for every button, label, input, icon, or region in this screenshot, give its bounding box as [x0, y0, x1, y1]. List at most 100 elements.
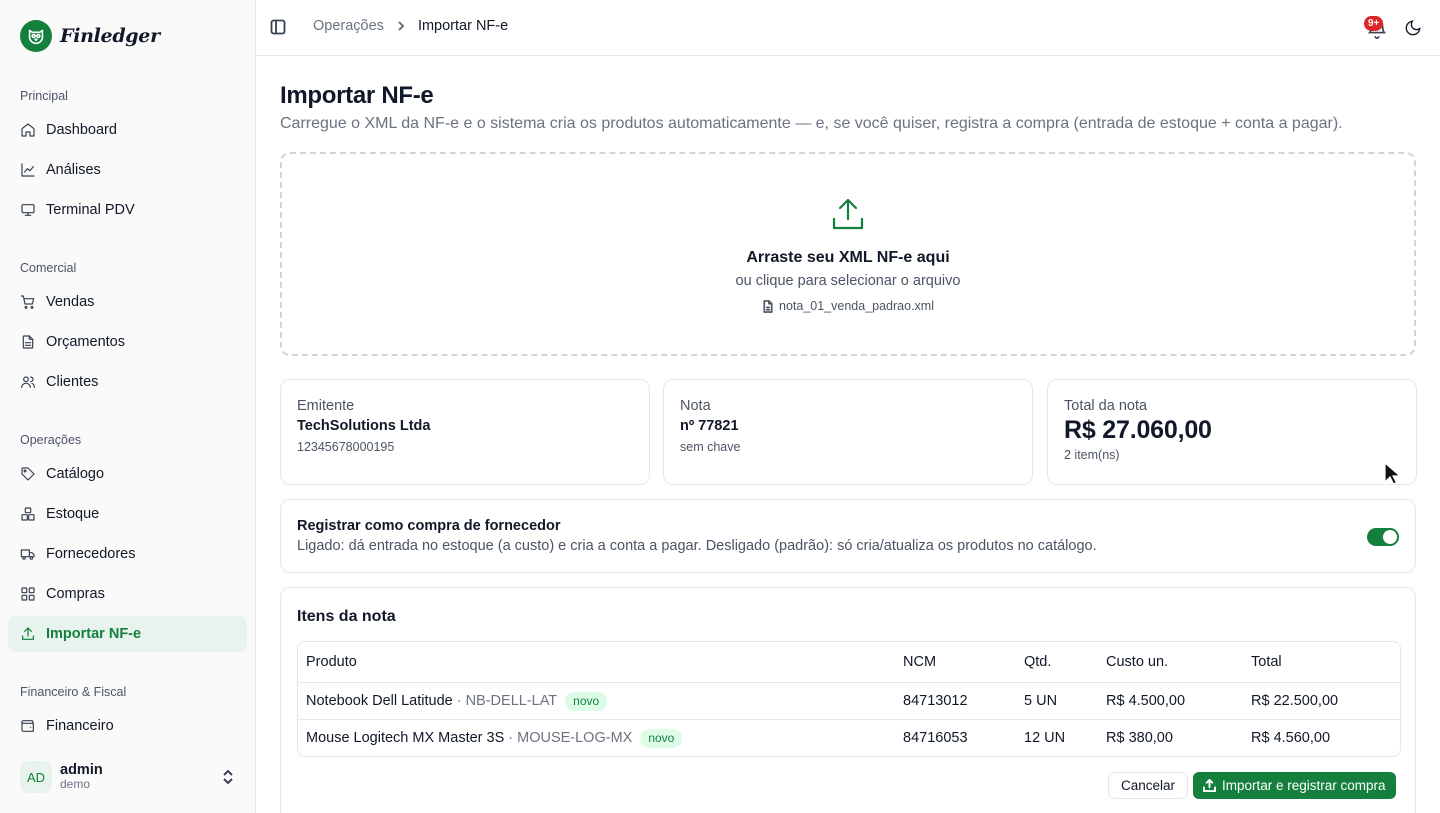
selected-file: nota_01_venda_padrao.xml [282, 299, 1414, 313]
product-cell: Mouse Logitech MX Master 3S · MOUSE-LOG-… [306, 720, 683, 756]
nota-number: nº 77821 [680, 418, 739, 434]
moon-icon[interactable] [1404, 19, 1422, 37]
top-bar: Operações Importar NF-e 9+ [256, 0, 1440, 56]
column-header-ncm: NCM [903, 654, 937, 670]
emitente-name: TechSolutions Ltda [297, 418, 431, 434]
items-table: Produto NCM Qtd. Custo un. Total Noteboo… [297, 641, 1401, 757]
nota-label: Nota [680, 398, 711, 414]
sidebar-item-orcamentos[interactable]: Orçamentos [8, 324, 247, 360]
ncm-cell: 84713012 [903, 693, 968, 709]
brand-logo[interactable]: Finledger [20, 20, 160, 52]
register-purchase-toggle[interactable] [1367, 528, 1399, 546]
unit-cost-cell: R$ 380,00 [1106, 730, 1173, 746]
new-badge: novo [640, 728, 683, 748]
xml-dropzone[interactable]: Arraste seu XML NF-e aqui ou clique para… [280, 152, 1416, 356]
qty-cell: 12 UN [1024, 730, 1066, 746]
import-register-label: Importar e registrar compra [1222, 778, 1386, 793]
table-row: Mouse Logitech MX Master 3S · MOUSE-LOG-… [298, 719, 1400, 756]
product-cell: Notebook Dell Latitude · NB-DELL-LAT nov… [306, 683, 608, 719]
total-cell: R$ 4.560,00 [1251, 730, 1331, 746]
toggle-knob [1383, 530, 1397, 544]
emitente-card: Emitente TechSolutions Ltda 123456780001… [280, 379, 650, 485]
product-name: Notebook Dell Latitude [306, 693, 453, 709]
dropzone-title: Arraste seu XML NF-e aqui [746, 249, 950, 266]
emitente-cnpj: 12345678000195 [297, 440, 395, 454]
total-card: Total da nota R$ 27.060,00 2 item(ns) [1047, 379, 1417, 485]
total-items-count: 2 item(ns) [1064, 448, 1120, 462]
sidebar-item-label: Financeiro [46, 718, 114, 734]
sidebar-item-label: Análises [46, 162, 101, 178]
product-name: Mouse Logitech MX Master 3S [306, 730, 505, 746]
file-icon [763, 299, 773, 313]
cart-icon [20, 294, 36, 310]
sidebar-item-terminal-pdv[interactable]: Terminal PDV [8, 192, 247, 228]
column-header-qtd: Qtd. [1024, 654, 1052, 670]
home-icon [20, 122, 36, 138]
user-role: demo [60, 777, 91, 792]
brand-name: Finledger [60, 25, 160, 47]
sidebar-item-label: Orçamentos [46, 334, 125, 350]
register-title: Registrar como compra de fornecedor [297, 518, 561, 534]
table-header-row: Produto NCM Qtd. Custo un. Total [298, 642, 1400, 682]
upload-icon [1203, 779, 1216, 792]
unit-cost-cell: R$ 4.500,00 [1106, 693, 1186, 709]
sidebar-item-label: Importar NF-e [46, 626, 142, 642]
sidebar-item-vendas[interactable]: Vendas [8, 284, 247, 320]
upload-icon [20, 626, 36, 642]
selected-file-name: nota_01_venda_padrao.xml [779, 299, 934, 313]
product-sku: · NB-DELL-LAT [456, 693, 558, 709]
sidebar-toggle-icon[interactable] [270, 19, 286, 35]
sidebar-item-label: Dashboard [46, 122, 117, 138]
breadcrumb-operacoes[interactable]: Operações [313, 18, 384, 34]
total-value: R$ 27.060,00 [1064, 416, 1212, 444]
user-menu[interactable]: AD admin demo [8, 752, 247, 802]
sidebar-item-importar-nfe[interactable]: Importar NF-e [8, 616, 247, 652]
sidebar-item-analises[interactable]: Análises [8, 152, 247, 188]
cancel-button[interactable]: Cancelar [1108, 772, 1189, 799]
sidebar-item-label: Fornecedores [46, 546, 136, 562]
nota-key: sem chave [680, 440, 741, 454]
breadcrumb-current: Importar NF-e [417, 18, 509, 34]
sidebar-item-label: Terminal PDV [46, 202, 135, 218]
boxes-icon [20, 506, 36, 522]
wallet-icon [20, 718, 36, 734]
register-purchase-card: Registrar como compra de fornecedor Liga… [280, 499, 1416, 573]
sidebar-item-label: Clientes [46, 374, 99, 390]
sidebar-item-catalogo[interactable]: Catálogo [8, 456, 247, 492]
grid-icon [20, 586, 36, 602]
import-register-button[interactable]: Importar e registrar compra [1193, 772, 1396, 799]
chevrons-up-down-icon [221, 769, 235, 785]
sidebar-item-fornecedores[interactable]: Fornecedores [8, 536, 247, 572]
product-sku: · MOUSE-LOG-MX [508, 730, 633, 746]
truck-icon [20, 546, 36, 562]
sidebar-item-estoque[interactable]: Estoque [8, 496, 247, 532]
sidebar-item-dashboard[interactable]: Dashboard [8, 112, 247, 148]
dropzone-subtitle: ou clique para selecionar o arquivo [735, 273, 961, 289]
sidebar-item-clientes[interactable]: Clientes [8, 364, 247, 400]
sidebar-item-label: Estoque [46, 506, 100, 522]
avatar: AD [20, 761, 52, 793]
page-subtitle: Carregue o XML da NF-e e o sistema cria … [280, 115, 1343, 132]
sidebar-item-financeiro[interactable]: Financeiro [8, 708, 247, 744]
new-badge: novo [565, 691, 608, 711]
group-label-principal: Principal [20, 89, 68, 103]
user-name: admin [60, 761, 103, 778]
users-icon [20, 374, 36, 390]
column-header-total: Total [1251, 654, 1282, 670]
items-title: Itens da nota [297, 608, 396, 625]
sidebar: Finledger Principal Dashboard Análises T… [0, 0, 256, 813]
tag-icon [20, 466, 36, 482]
sidebar-item-label: Catálogo [46, 466, 105, 482]
ncm-cell: 84716053 [903, 730, 968, 746]
notification-badge: 9+ [1364, 16, 1384, 31]
qty-cell: 5 UN [1024, 693, 1058, 709]
owl-logo-icon [20, 20, 52, 52]
total-cell: R$ 22.500,00 [1251, 693, 1339, 709]
page-title: Importar NF-e [280, 82, 434, 109]
sidebar-item-label: Vendas [46, 294, 95, 310]
sidebar-item-compras[interactable]: Compras [8, 576, 247, 612]
breadcrumb: Operações Importar NF-e [313, 18, 508, 34]
group-label-comercial: Comercial [20, 261, 77, 275]
table-row: Notebook Dell Latitude · NB-DELL-LAT nov… [298, 682, 1400, 719]
total-label: Total da nota [1064, 398, 1148, 414]
